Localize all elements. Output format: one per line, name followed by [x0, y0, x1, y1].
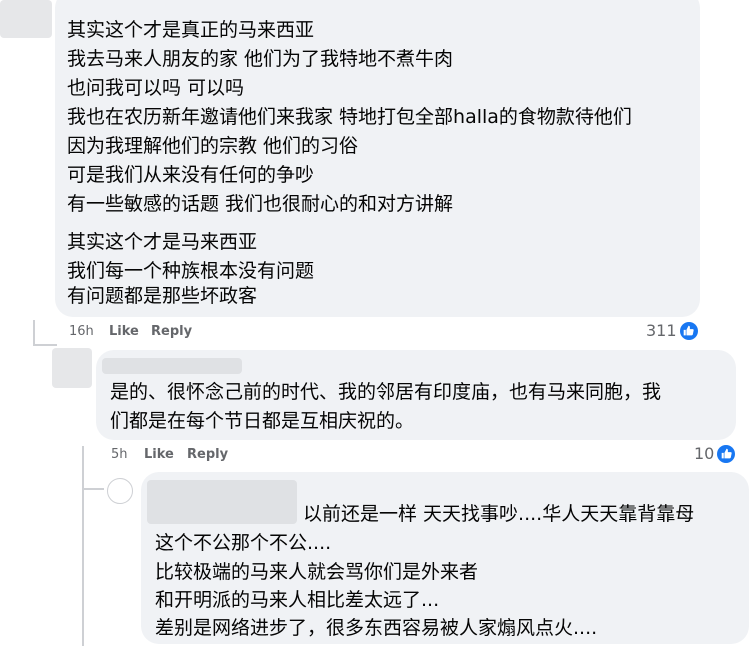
reply-button[interactable]: Reply — [151, 324, 192, 339]
comment-text-line: 其实这个才是马来西亚 — [67, 231, 258, 253]
reply-text-line: 是的、很怀念己前的时代、我的邻居有印度庙，也有马来同胞，我 — [110, 381, 662, 403]
comment-text-line: 有问题都是那些坏政客 — [67, 285, 258, 307]
reply-text-line: 和开明派的马来人相比差太远了... — [155, 589, 440, 611]
like-button[interactable]: Like — [109, 324, 139, 339]
reply-button[interactable]: Reply — [187, 447, 228, 462]
comment-text-line: 有一些敏感的话题 我们也很耐心的和对方讲解 — [67, 193, 454, 215]
thread-line — [82, 488, 104, 490]
reaction-summary[interactable]: 10 — [694, 444, 736, 463]
comment-text-line: 我也在农历新年邀请他们来我家 特地打包全部halla的食物款待他们 — [67, 106, 632, 128]
thread-line — [33, 344, 57, 346]
avatar[interactable] — [52, 348, 92, 388]
like-button[interactable]: Like — [144, 447, 174, 462]
avatar[interactable] — [0, 0, 52, 38]
timestamp[interactable]: 16h — [69, 324, 94, 339]
comment-text-line: 我们每一个种族根本没有问题 — [67, 260, 315, 282]
reply-text-line: 比较极端的马来人就会骂你们是外来者 — [155, 561, 479, 583]
timestamp[interactable]: 5h — [111, 447, 128, 462]
reply-text-line: 差别是网络进步了，很多东西容易被人家煽风点火.... — [155, 617, 598, 639]
reply-text-line: 以前还是一样 天天找事吵....华人天天靠背靠母 — [303, 503, 695, 525]
comment-text-line: 可是我们从来没有任何的争吵 — [67, 164, 315, 186]
reply-text-line: 们都是在每个节日都是互相庆祝的。 — [110, 410, 415, 432]
reply-bubble: 以前还是一样 天天找事吵....华人天天靠背靠母 这个不公那个不公.... 比较… — [141, 472, 749, 644]
comment-text-line: 我去马来人朋友的家 他们为了我特地不煮牛肉 — [67, 48, 454, 70]
reply-text-line: 这个不公那个不公.... — [155, 532, 332, 554]
comment-text-line: 因为我理解他们的宗教 他们的习俗 — [67, 135, 359, 157]
reaction-count: 311 — [646, 321, 677, 340]
comment-text-line: 也问我可以吗 可以吗 — [67, 77, 245, 99]
comment-bubble: 其实这个才是真正的马来西亚 我去马来人朋友的家 他们为了我特地不煮牛肉 也问我可… — [55, 0, 700, 317]
reaction-summary[interactable]: 311 — [646, 321, 698, 340]
thread-line — [33, 320, 35, 346]
avatar[interactable] — [107, 478, 133, 504]
like-icon — [717, 444, 736, 463]
author-name[interactable] — [147, 480, 297, 524]
like-icon — [679, 321, 698, 340]
author-name[interactable] — [102, 358, 242, 374]
reply-bubble: 是的、很怀念己前的时代、我的邻居有印度庙，也有马来同胞，我 们都是在每个节日都是… — [96, 350, 736, 440]
thread-line — [82, 446, 84, 646]
comment-text-line: 其实这个才是真正的马来西亚 — [67, 19, 315, 41]
reaction-count: 10 — [694, 444, 715, 463]
